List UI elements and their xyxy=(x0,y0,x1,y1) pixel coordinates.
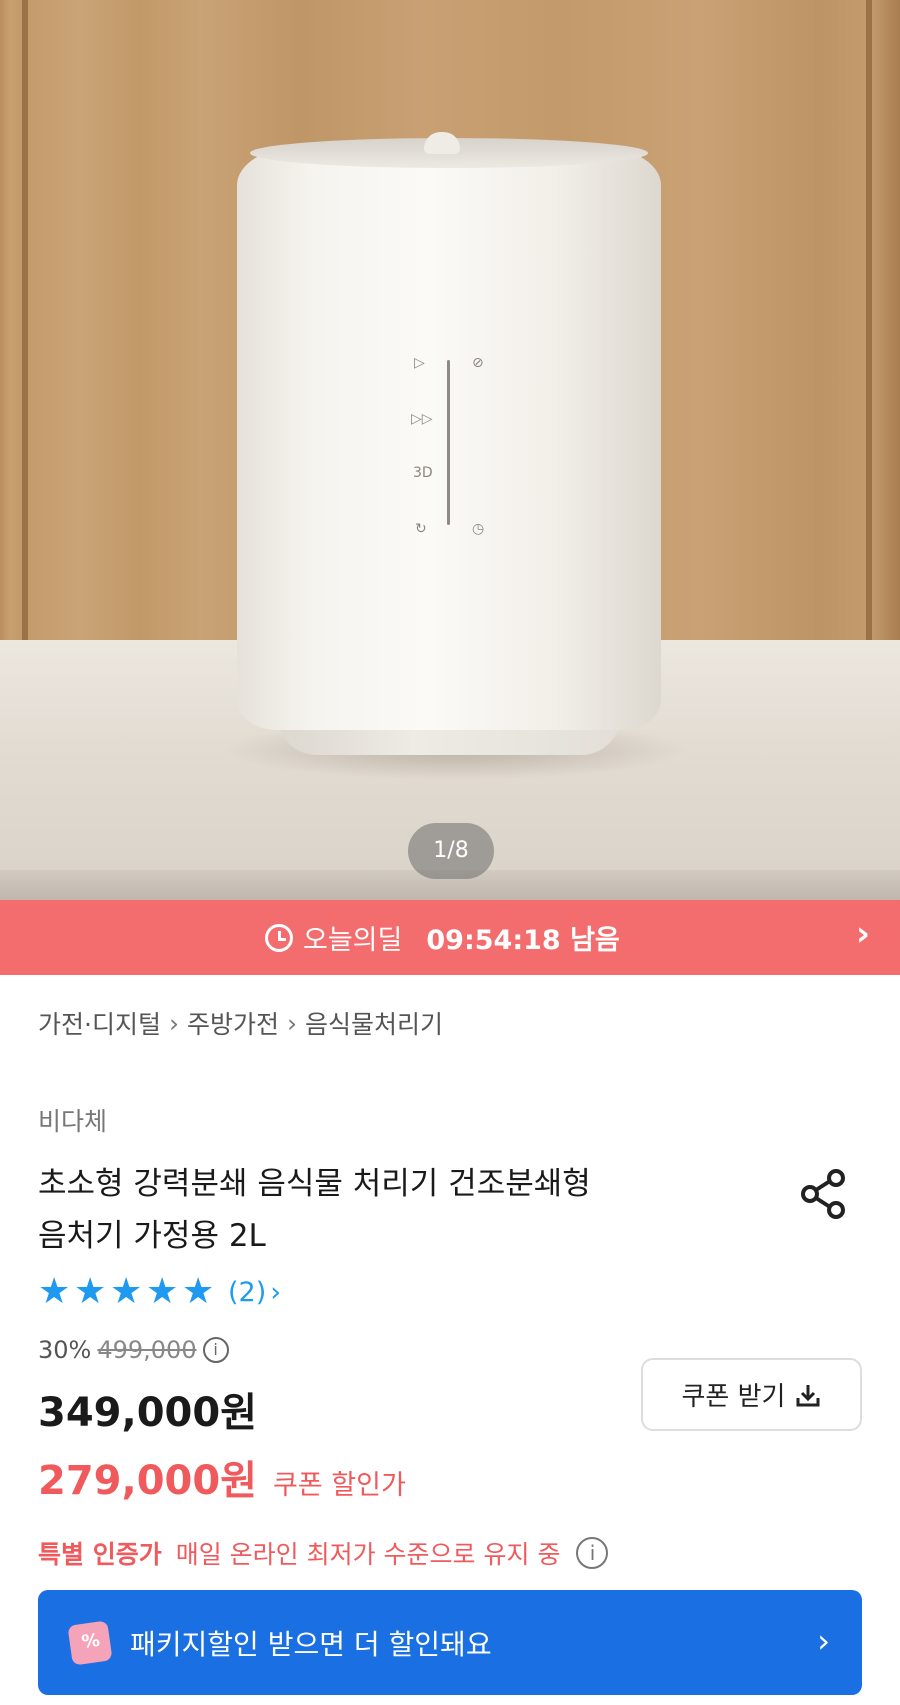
breadcrumb-item[interactable]: 주방가전 xyxy=(187,1005,279,1041)
product-title-line: 음처기 가정용 2L xyxy=(38,1218,266,1254)
review-count[interactable]: (2) xyxy=(228,1277,266,1308)
breadcrumb-item[interactable]: 음식물처리기 xyxy=(305,1005,443,1041)
fast-forward-icon: ▷▷ xyxy=(411,411,433,427)
package-discount-banner[interactable]: 패키지할인 받으면 더 할인돼요 › xyxy=(38,1590,862,1695)
cancel-icon: ⊘ xyxy=(472,355,484,371)
lid-knob xyxy=(424,132,460,154)
star-icon: ★ xyxy=(182,1271,215,1312)
package-discount-text: 패키지할인 받으면 더 할인돼요 xyxy=(130,1627,492,1661)
coupon-price: 279,000원 xyxy=(38,1458,257,1504)
original-price: 499,000 xyxy=(97,1336,197,1364)
play-icon: ▷ xyxy=(414,355,425,371)
refresh-icon: ↻ xyxy=(415,521,427,537)
chevron-right-icon: › xyxy=(168,1008,179,1038)
deal-countdown: 09:54:18 남음 xyxy=(426,925,620,956)
info-icon[interactable]: i xyxy=(576,1537,609,1569)
timer-icon: ◷ xyxy=(472,521,485,537)
special-price-description: 매일 온라인 최저가 수준으로 유지 중 xyxy=(175,1540,561,1569)
download-icon xyxy=(796,1384,820,1406)
breadcrumb: 가전·디지털 › 주방가전 › 음식물처리기 xyxy=(38,1005,443,1041)
wood-plank-seam xyxy=(866,0,872,645)
product-title-line: 초소형 강력분쇄 음식물 처리기 건조분쇄형 xyxy=(38,1166,591,1202)
star-icon: ★ xyxy=(110,1271,143,1312)
special-price-row: 특별 인증가 매일 온라인 최저가 수준으로 유지 중 i xyxy=(38,1535,609,1571)
breadcrumb-item[interactable]: 가전·디지털 xyxy=(38,1005,161,1041)
rating-row[interactable]: ★ ★ ★ ★ ★ (2) › xyxy=(38,1271,282,1312)
share-icon[interactable] xyxy=(800,1168,848,1220)
product-title: 초소형 강력분쇄 음식물 처리기 건조분쇄형 음처기 가정용 2L xyxy=(38,1158,738,1262)
star-icon: ★ xyxy=(38,1271,71,1312)
discount-percent: 30% xyxy=(38,1336,92,1364)
chevron-right-icon[interactable]: › xyxy=(856,914,870,954)
todays-deal-bar[interactable]: 오늘의딜 09:54:18 남음 › xyxy=(0,900,900,975)
coupon-button-label: 쿠폰 받기 xyxy=(681,1382,786,1412)
3d-icon: 3D xyxy=(413,465,433,481)
coupon-price-row: 279,000원 쿠폰 할인가 xyxy=(38,1448,406,1506)
product-image-gallery[interactable]: ▷ ⊘ ▷▷ 3D ↻ ◷ 1/8 xyxy=(0,0,900,900)
coupon-price-label: 쿠폰 할인가 xyxy=(273,1470,406,1501)
star-icon: ★ xyxy=(146,1271,179,1312)
star-icon: ★ xyxy=(74,1271,107,1312)
control-panel-line xyxy=(447,360,450,525)
chevron-right-icon: › xyxy=(817,1622,830,1660)
image-counter: 1/8 xyxy=(408,823,494,879)
sale-price: 349,000원 xyxy=(38,1390,257,1436)
clock-icon xyxy=(265,923,293,952)
wood-plank-seam xyxy=(22,0,28,645)
chevron-right-icon: › xyxy=(286,1008,297,1038)
info-icon[interactable]: i xyxy=(202,1337,229,1363)
get-coupon-button[interactable]: 쿠폰 받기 xyxy=(641,1358,862,1431)
discount-box-icon xyxy=(67,1619,113,1666)
brand-name[interactable]: 비다체 xyxy=(38,1102,107,1138)
chevron-right-icon: › xyxy=(270,1276,282,1308)
special-price-label: 특별 인증가 xyxy=(38,1540,162,1569)
deal-label: 오늘의딜 xyxy=(303,925,403,956)
discount-row: 30% 499,000 i xyxy=(38,1336,229,1364)
